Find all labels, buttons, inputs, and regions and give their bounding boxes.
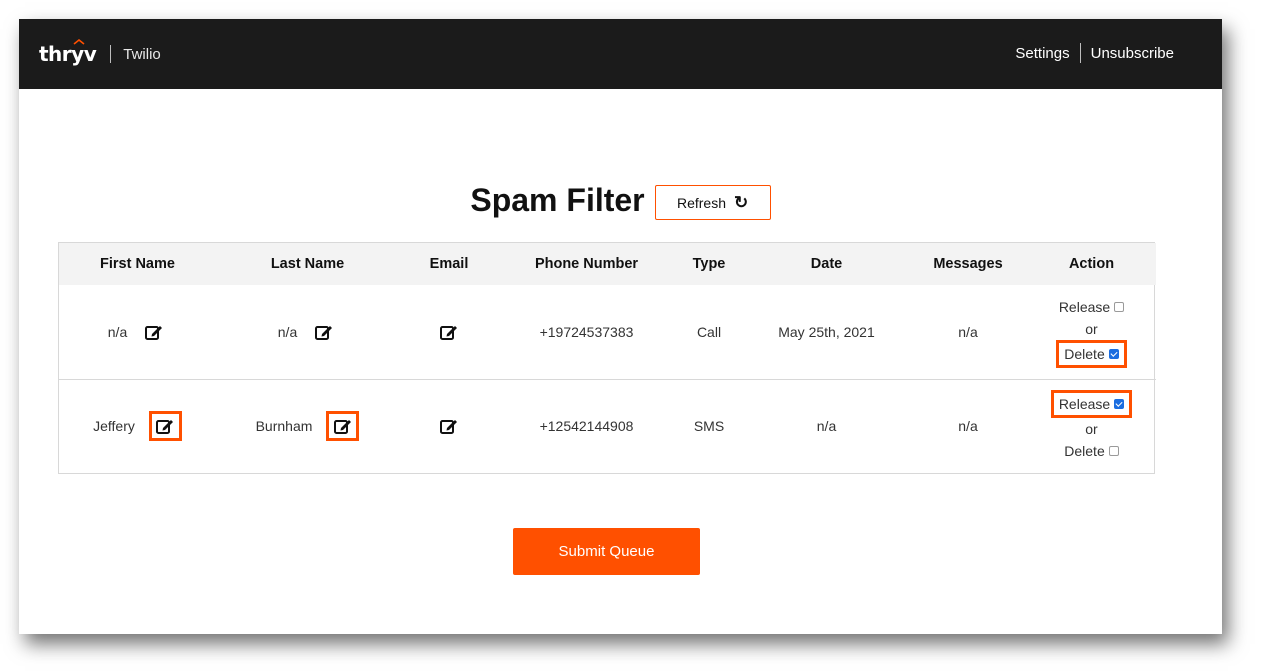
delete-checkbox[interactable] xyxy=(1108,446,1119,457)
messages-cell: n/a xyxy=(909,378,1027,473)
product-name: Twilio xyxy=(123,45,161,63)
release-label: Release xyxy=(1058,298,1111,315)
settings-link[interactable]: Settings xyxy=(1015,45,1069,62)
delete-label: Delete xyxy=(1064,345,1105,362)
refresh-icon: ↻ xyxy=(734,192,749,212)
edit-icon[interactable] xyxy=(141,319,167,345)
delete-option[interactable]: Delete xyxy=(1059,440,1123,462)
thryv-logo[interactable]: thryv xyxy=(39,39,97,66)
edit-icon[interactable] xyxy=(326,411,360,442)
brand: thryv Twilio xyxy=(39,39,161,67)
nav-divider xyxy=(1079,43,1081,63)
logo-chevron-icon xyxy=(73,39,85,45)
first-name-cell: Jeffery xyxy=(59,378,216,473)
edit-icon[interactable] xyxy=(311,319,337,345)
email-cell xyxy=(399,285,499,379)
release-option[interactable]: Release xyxy=(1050,390,1133,419)
column-header: First Name xyxy=(100,256,175,272)
edit-icon[interactable] xyxy=(436,413,462,439)
column-header: Phone Number xyxy=(534,256,639,272)
table-row: n/a n/a +19724537383 Call May 25th, 2021… xyxy=(59,285,1156,379)
column-header: Date xyxy=(810,256,843,272)
release-checkbox[interactable] xyxy=(1114,301,1125,312)
release-option[interactable]: Release xyxy=(1054,296,1129,318)
action-cell: Release or Delete xyxy=(1027,285,1156,379)
column-header: Type xyxy=(692,256,726,272)
last-name-cell: n/a xyxy=(216,285,399,379)
first-name-cell: n/a xyxy=(59,285,216,379)
table-header-row: First Name Last Name Email Phone Number … xyxy=(59,243,1156,285)
or-label: or xyxy=(1085,421,1098,438)
last-name-value: n/a xyxy=(277,323,298,340)
column-header: Messages xyxy=(933,256,1003,272)
column-header: Last Name xyxy=(270,256,345,272)
submit-queue-button[interactable]: Submit Queue xyxy=(513,528,700,575)
email-cell xyxy=(399,378,499,473)
delete-option[interactable]: Delete xyxy=(1056,339,1127,368)
release-label: Release xyxy=(1058,396,1111,413)
delete-checkbox[interactable] xyxy=(1108,348,1119,359)
title-row: Spam Filter Refresh ↻ xyxy=(19,181,1222,220)
action-cell: Release or Delete xyxy=(1027,378,1156,473)
type-cell: Call xyxy=(696,323,722,340)
unsubscribe-link[interactable]: Unsubscribe xyxy=(1091,45,1174,62)
spam-table: First Name Last Name Email Phone Number … xyxy=(58,242,1156,474)
last-name-value: Burnham xyxy=(255,418,313,435)
type-cell: SMS xyxy=(674,378,744,473)
messages-cell: n/a xyxy=(958,323,978,340)
top-navbar: thryv Twilio Settings Unsubscribe xyxy=(19,19,1222,89)
edit-icon[interactable] xyxy=(148,411,182,442)
top-nav: Settings Unsubscribe xyxy=(1015,43,1174,63)
release-checkbox[interactable] xyxy=(1114,399,1125,410)
app-window: thryv Twilio Settings Unsubscribe Spam F… xyxy=(19,19,1222,634)
phone-cell: +12542144908 xyxy=(499,378,674,473)
page-title: Spam Filter xyxy=(470,182,645,218)
edit-icon[interactable] xyxy=(436,319,462,345)
refresh-label: Refresh xyxy=(676,194,727,211)
brand-divider xyxy=(110,45,112,63)
column-header: Email xyxy=(429,256,469,272)
first-name-value: n/a xyxy=(107,323,128,340)
date-cell: May 25th, 2021 xyxy=(778,323,875,340)
date-cell: n/a xyxy=(744,378,909,473)
column-header: Action xyxy=(1068,256,1115,272)
last-name-cell: Burnham xyxy=(216,378,399,473)
first-name-value: Jeffery xyxy=(93,418,135,435)
table-row: Jeffery Burnham +12542144908 SMS n/a n/a… xyxy=(59,378,1156,473)
or-label: or xyxy=(1085,320,1098,337)
refresh-button[interactable]: Refresh ↻ xyxy=(654,185,771,220)
phone-cell: +19724537383 xyxy=(539,323,634,340)
delete-label: Delete xyxy=(1064,443,1105,460)
